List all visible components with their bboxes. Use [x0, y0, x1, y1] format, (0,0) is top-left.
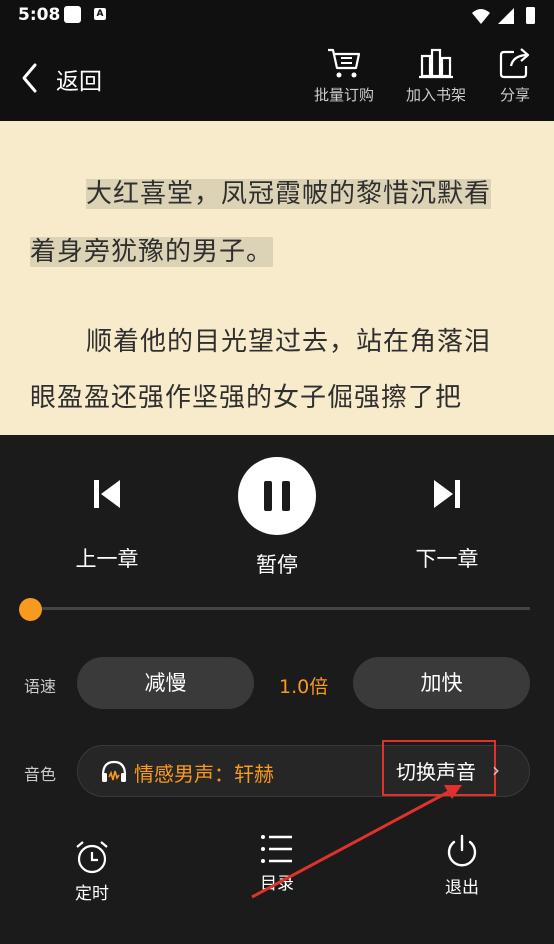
voice-selector[interactable]: 情感男声：轩赫 切换声音 › [77, 740, 530, 797]
timer-label: 定时 [75, 884, 109, 904]
top-bar: 返回 批量订购 加入书架 分享 [0, 32, 554, 121]
share-label: 分享 [499, 86, 530, 104]
alarm-clock-icon [76, 841, 108, 874]
switch-voice-label: 切换声音 [396, 760, 476, 784]
chevron-right-icon: › [492, 758, 500, 782]
battery-icon [526, 7, 535, 24]
share-icon [499, 48, 530, 79]
notification-icon [64, 6, 81, 23]
slower-button[interactable]: 减慢 [77, 657, 254, 709]
share-button[interactable]: 分享 [494, 46, 536, 112]
skip-previous-icon [94, 480, 120, 508]
progress-knob[interactable] [19, 598, 42, 621]
batch-order-button[interactable]: 批量订购 [311, 46, 377, 112]
toc-label: 目录 [260, 874, 294, 894]
pause-icon [238, 457, 316, 535]
back-label: 返回 [56, 69, 102, 95]
timer-button[interactable]: 定时 [62, 839, 122, 904]
exit-button[interactable]: 退出 [432, 833, 492, 898]
reader-content: 大红喜堂，凤冠霞帔的黎惜沉默看 着身旁犹豫的男子。 顺着他的目光望过去，站在角落… [0, 121, 554, 435]
batch-order-label: 批量订购 [313, 86, 374, 104]
next-chapter-label: 下一章 [415, 547, 479, 571]
prev-chapter-label: 上一章 [75, 547, 139, 571]
bookshelf-icon [419, 48, 453, 79]
progress-track[interactable] [30, 607, 530, 610]
wifi-icon [472, 9, 490, 24]
signal-icon [498, 8, 514, 24]
add-to-shelf-label: 加入书架 [405, 86, 466, 104]
next-chapter-button[interactable]: 下一章 [402, 477, 492, 573]
back-button[interactable]: 返回 [16, 58, 116, 98]
power-icon [447, 834, 477, 867]
app-notification-icon: A [94, 8, 106, 20]
table-of-contents-button[interactable]: 目录 [247, 833, 307, 894]
voice-name: 情感男声：轩赫 [134, 762, 274, 786]
add-to-shelf-button[interactable]: 加入书架 [403, 46, 469, 112]
tts-player-panel: 上一章 暂停 下一章 语速 减慢 1.0倍 加快 音色 情感男声：轩赫 切换声音… [0, 435, 554, 944]
speed-label: 语速 [24, 677, 57, 696]
system-status-icons [472, 7, 535, 24]
exit-label: 退出 [445, 878, 479, 898]
chevron-left-icon [22, 63, 37, 93]
voice-label: 音色 [24, 765, 57, 784]
prev-chapter-button[interactable]: 上一章 [62, 477, 152, 573]
status-time: 5:08 [18, 5, 61, 25]
paragraph-1-line-1: 大红喜堂，凤冠霞帔的黎惜沉默看 [86, 179, 492, 209]
paragraph-1-line-2: 着身旁犹豫的男子。 [30, 237, 274, 267]
status-bar: 5:08 A [0, 0, 554, 32]
switch-voice-button[interactable]: 切换声音 [382, 740, 496, 796]
pause-button[interactable]: 暂停 [227, 457, 327, 579]
cart-icon [328, 48, 361, 78]
paragraph-2-line-2: 眼盈盈还强作坚强的女子倔强擦了把 [30, 383, 463, 413]
list-icon [261, 835, 292, 863]
faster-button[interactable]: 加快 [353, 657, 530, 709]
pause-label: 暂停 [256, 553, 298, 577]
paragraph-2-line-1: 顺着他的目光望过去，站在角落泪 [86, 327, 492, 357]
speed-value: 1.0倍 [279, 676, 329, 698]
skip-next-icon [434, 480, 460, 508]
headphones-icon [101, 760, 127, 782]
